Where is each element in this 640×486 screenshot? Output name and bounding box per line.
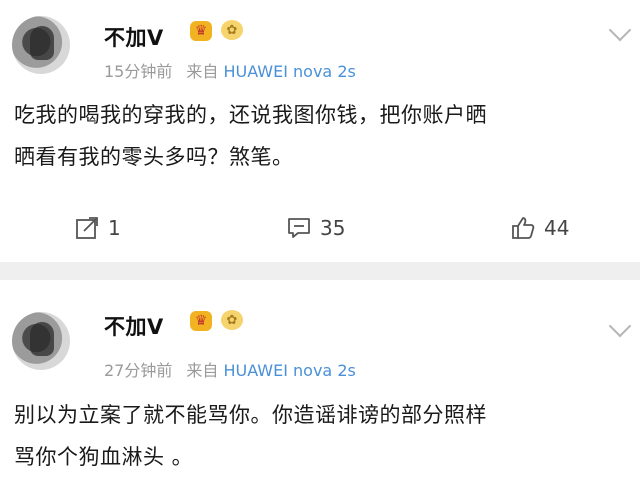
comment-icon [288, 218, 310, 238]
thumbs-up-icon [512, 217, 535, 239]
post-meta: 27分钟前 来自 HUAWEI nova 2s [104, 357, 356, 381]
chevron-down-icon[interactable] [608, 314, 632, 338]
post-text: 吃我的喝我的穿我的，还说我图你钱，把你账户晒 晒看有我的零头多吗？煞笔。 [14, 94, 626, 178]
chevron-down-icon[interactable] [608, 18, 632, 42]
like-count: 44 [544, 216, 570, 240]
avatar[interactable] [12, 16, 70, 74]
post-time: 27分钟前 [104, 361, 173, 380]
gold-bean-badge-icon [221, 310, 243, 330]
post-divider [0, 262, 640, 280]
like-button[interactable]: 44 [510, 204, 569, 252]
source-prefix: 来自 [186, 361, 219, 380]
comment-button[interactable]: 35 [286, 204, 345, 252]
post-text-line: 吃我的喝我的穿我的，还说我图你钱，把你账户晒 [14, 103, 487, 127]
avatar[interactable] [12, 312, 70, 370]
post-text-line: 骂你个狗血淋头 。 [14, 445, 194, 469]
weibo-post: 不加V 15分钟前来自 HUAWEI nova 2s 吃我的喝我的穿我的，还说我… [0, 0, 640, 262]
comment-count: 35 [320, 216, 346, 240]
post-time: 15分钟前 [104, 62, 173, 81]
repost-count: 1 [108, 216, 121, 240]
action-bar: 1 35 44 [0, 204, 640, 252]
source-device[interactable]: HUAWEI nova 2s [223, 62, 355, 81]
crown-badge-icon [190, 311, 212, 331]
crown-badge-icon [190, 21, 212, 41]
repost-button[interactable]: 1 [74, 204, 121, 252]
gold-bean-badge-icon [221, 20, 243, 40]
source-prefix: 来自 [186, 62, 219, 81]
post-meta: 15分钟前 来自 HUAWEI nova 2s [104, 58, 356, 82]
author-name[interactable]: 不加V [104, 22, 164, 52]
author-name[interactable]: 不加V [104, 311, 164, 341]
post-text-line: 晒看有我的零头多吗？煞笔。 [14, 145, 294, 169]
post-text: 别以为立案了就不能骂你。你造谣诽谤的部分照样 骂你个狗血淋头 。 [14, 394, 626, 478]
weibo-post: 不加V 27分钟前来自 HUAWEI nova 2s 别以为立案了就不能骂你。你… [0, 280, 640, 486]
post-text-line: 别以为立案了就不能骂你。你造谣诽谤的部分照样 [14, 403, 487, 427]
repost-icon [76, 217, 98, 239]
source-device[interactable]: HUAWEI nova 2s [223, 361, 355, 380]
